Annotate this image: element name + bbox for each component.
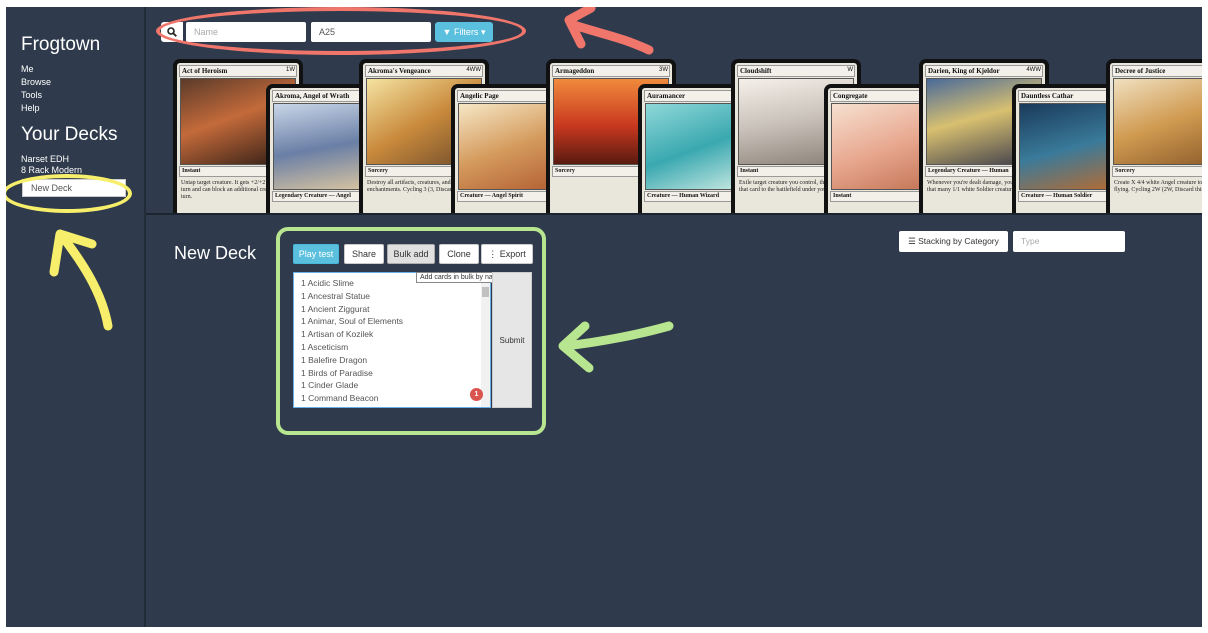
clone-button[interactable]: Clone [439,244,479,264]
card-mana: 3W [659,67,668,73]
card-name: Darien, King of Kjeldor [925,65,1043,77]
annotation-green-arrow [558,321,674,373]
card-name: Act of Heroism [179,65,297,77]
bulk-add-button[interactable]: Bulk add [387,244,435,264]
list-icon: ☰ [908,236,916,246]
deck-list: Narset EDH 8 Rack Modern [21,154,82,176]
bulk-card-line: 1 Ancestral Statue [301,290,370,301]
textarea-scrollbar[interactable] [481,273,490,407]
deck-title: New Deck [174,243,257,263]
annotation-red-ellipse [156,7,526,55]
nav-item-tools[interactable]: Tools [21,89,51,102]
card-art [1113,78,1202,165]
your-decks-heading: Your Decks [21,124,118,145]
nav-item-browse[interactable]: Browse [21,76,51,89]
card-rules-text: Create X 4/4 white Angel creature tokens… [1114,180,1202,193]
bulk-card-line: 1 Cinder Glade [301,380,359,391]
sidebar: Frogtown Me Browse Tools Help Your Decks… [6,7,146,627]
bulk-card-line: 1 Balefire Dragon [301,354,368,365]
card-mana: 4WW [466,67,481,73]
card-name: Akroma's Vengeance [365,65,483,77]
nav-item-me[interactable]: Me [21,63,51,76]
share-button[interactable]: Share [344,244,384,264]
stacking-button[interactable]: ☰ Stacking by Category [899,231,1008,252]
deck-item-narset[interactable]: Narset EDH [21,154,82,165]
nav-item-help[interactable]: Help [21,102,51,115]
playtest-button[interactable]: Play test [293,244,339,264]
bulk-card-line: 1 Artisan of Kozilek [301,329,374,340]
submit-button[interactable]: Submit [492,272,532,408]
bulk-card-line: 1 Ancient Ziggurat [301,303,370,314]
card-tile[interactable]: Decree of JusticeXX2SorceryCreate X 4/4 … [1106,59,1202,213]
bulk-card-line: 1 Birds of Paradise [301,367,373,378]
bulk-card-line: 1 Animar, Soul of Elements [301,316,404,327]
export-button[interactable]: ⋮ Export [481,244,533,264]
annotation-red-arrow [564,7,654,55]
card-mana: 1W [286,67,295,73]
sidebar-nav: Me Browse Tools Help [21,63,51,115]
bulk-add-textarea[interactable]: 1 Acidic Slime 1 Ancestral Statue 1 Ancien… [293,272,491,408]
card-type-line: Sorcery [1112,166,1202,177]
annotation-yellow-circle [6,174,132,213]
card-search-bar: Name A25 ▼ Filters ▾ Act of Heroism 1W Ins… [146,7,1202,215]
annotation-yellow-arrow [49,229,113,331]
more-vertical-icon: ⋮ [488,249,498,259]
card-name: Cloudshift [737,65,855,77]
card-mana: W [847,67,853,73]
bulk-card-line: 1 Acidic Slime [301,278,354,288]
card-frame: Decree of JusticeXX2SorceryCreate X 4/4 … [1110,63,1202,213]
export-label: Export [499,249,526,259]
type-filter-input[interactable]: Type [1013,231,1125,252]
app-window: Frogtown Me Browse Tools Help Your Decks… [6,7,1202,627]
card-mana: 4WW [1026,67,1041,73]
bulk-card-line: 1 Asceticism [301,341,349,352]
brand-title[interactable]: Frogtown [21,34,100,56]
notification-badge: 1 [470,388,483,401]
bulk-card-list: 1 Acidic Slime 1 Ancestral Statue 1 Ancien… [294,277,404,407]
scrollbar-thumb[interactable] [482,287,489,297]
bulk-card-line: 1 Command Beacon [301,393,379,404]
stacking-label: Stacking by Category [918,236,999,246]
card-name: Decree of Justice [1112,65,1202,77]
bulk-card-line: 1 Command Tower [294,405,403,407]
main-area: Name A25 ▼ Filters ▾ Act of Heroism 1W Ins… [146,7,1202,627]
card-name: Armageddon [552,65,670,77]
